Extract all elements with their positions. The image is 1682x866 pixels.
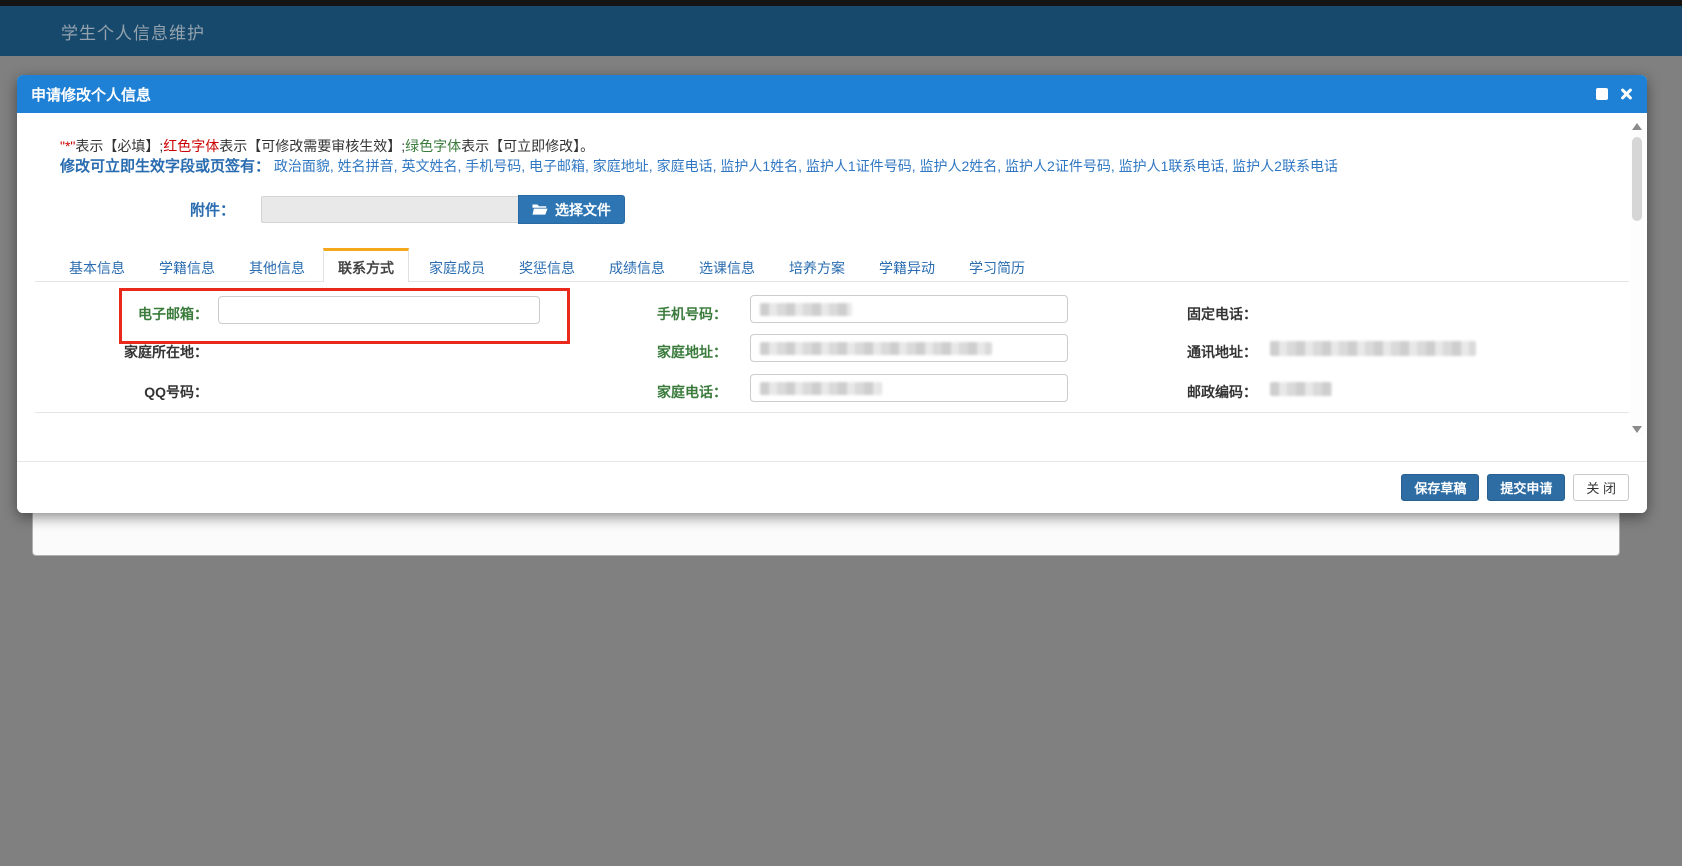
legend-heading: 修改可立即生效字段或页签有： (60, 158, 270, 175)
dialog-titlebar: 申请修改个人信息 (17, 75, 1647, 113)
legend-line-2: 修改可立即生效字段或页签有： 政治面貌, 姓名拼音, 英文姓名, 手机号码, 电… (60, 157, 1338, 176)
tab-family-members[interactable]: 家庭成员 (429, 248, 485, 281)
scrollbar-up-icon[interactable] (1631, 121, 1643, 133)
tab-basic-info[interactable]: 基本信息 (69, 248, 125, 281)
dialog-body: "*"表示【必填】;红色字体表示【可修改需要审核生效】;绿色字体表示【可立即修改… (17, 113, 1647, 461)
home-phone-label: 家庭电话： (575, 382, 727, 402)
contact-info-panel: 电子邮箱： 手机号码： 固定电话： 家庭所在地： 家庭地址： 通讯地址： QQ号… (35, 282, 1629, 413)
mobile-label: 手机号码： (575, 304, 727, 324)
legend-red-term: 红色字体 (163, 138, 219, 154)
home-address-label: 家庭地址： (575, 342, 727, 362)
home-location-label: 家庭所在地： (35, 342, 208, 362)
maximize-icon[interactable] (1596, 88, 1608, 100)
home-phone-input[interactable] (750, 374, 1068, 402)
close-icon[interactable] (1619, 87, 1633, 101)
mobile-input[interactable] (750, 295, 1068, 323)
tab-training-plan[interactable]: 培养方案 (789, 248, 845, 281)
tab-rewards-punishments[interactable]: 奖惩信息 (519, 248, 575, 281)
tab-status-change[interactable]: 学籍异动 (879, 248, 935, 281)
attachment-row: 附件： 选择文件 (190, 195, 625, 224)
legend-green-term: 绿色字体 (405, 138, 461, 154)
edit-personal-info-dialog: 申请修改个人信息 "*"表示【必填】;红色字体表示【可修改需要审核生效】;绿色字… (17, 75, 1647, 513)
postal-code-label: 邮政编码： (1115, 382, 1257, 402)
attachment-label: 附件： (190, 199, 235, 220)
app-header: 学生个人信息维护 (0, 6, 1682, 56)
tab-contact-info[interactable]: 联系方式 (323, 248, 409, 282)
home-phone-masked-value (760, 382, 882, 395)
scrollbar-down-icon[interactable] (1631, 423, 1643, 435)
mobile-masked-value (760, 303, 852, 316)
legend-line-1: "*"表示【必填】;红色字体表示【可修改需要审核生效】;绿色字体表示【可立即修改… (60, 137, 1338, 156)
tab-bar: 基本信息 学籍信息 其他信息 联系方式 家庭成员 奖惩信息 成绩信息 选课信息 … (35, 248, 1629, 282)
fixed-phone-label: 固定电话： (1115, 304, 1257, 324)
postal-code-masked-value (1270, 382, 1332, 396)
submit-application-button[interactable]: 提交申请 (1487, 474, 1565, 501)
folder-open-icon (532, 203, 548, 216)
choose-file-button[interactable]: 选择文件 (518, 195, 625, 224)
attachment-filename-field[interactable] (261, 196, 518, 223)
tab-other-info[interactable]: 其他信息 (249, 248, 305, 281)
email-label: 电子邮箱： (35, 304, 208, 324)
close-button[interactable]: 关 闭 (1573, 474, 1629, 501)
home-address-input[interactable] (750, 334, 1068, 362)
mailing-address-label: 通讯地址： (1115, 342, 1257, 362)
dialog-footer: 保存草稿 提交申请 关 闭 (17, 461, 1647, 513)
page-title: 学生个人信息维护 (61, 19, 205, 44)
legend-field-list: 政治面貌, 姓名拼音, 英文姓名, 手机号码, 电子邮箱, 家庭地址, 家庭电话… (274, 158, 1338, 174)
dialog-title: 申请修改个人信息 (31, 84, 151, 105)
tab-study-resume[interactable]: 学习简历 (969, 248, 1025, 281)
legend: "*"表示【必填】;红色字体表示【可修改需要审核生效】;绿色字体表示【可立即修改… (60, 137, 1338, 176)
home-address-masked-value (760, 342, 992, 355)
dialog-scrollbar[interactable] (1630, 119, 1644, 437)
mailing-address-masked-value (1270, 341, 1476, 356)
qq-label: QQ号码： (35, 382, 208, 402)
tab-student-status[interactable]: 学籍信息 (159, 248, 215, 281)
save-draft-button[interactable]: 保存草稿 (1401, 474, 1479, 501)
choose-file-label: 选择文件 (555, 200, 611, 220)
scrollbar-thumb[interactable] (1632, 137, 1642, 221)
tab-course-selection[interactable]: 选课信息 (699, 248, 755, 281)
tab-grades[interactable]: 成绩信息 (609, 248, 665, 281)
legend-asterisk: "*" (60, 138, 75, 154)
email-input[interactable] (218, 296, 540, 324)
